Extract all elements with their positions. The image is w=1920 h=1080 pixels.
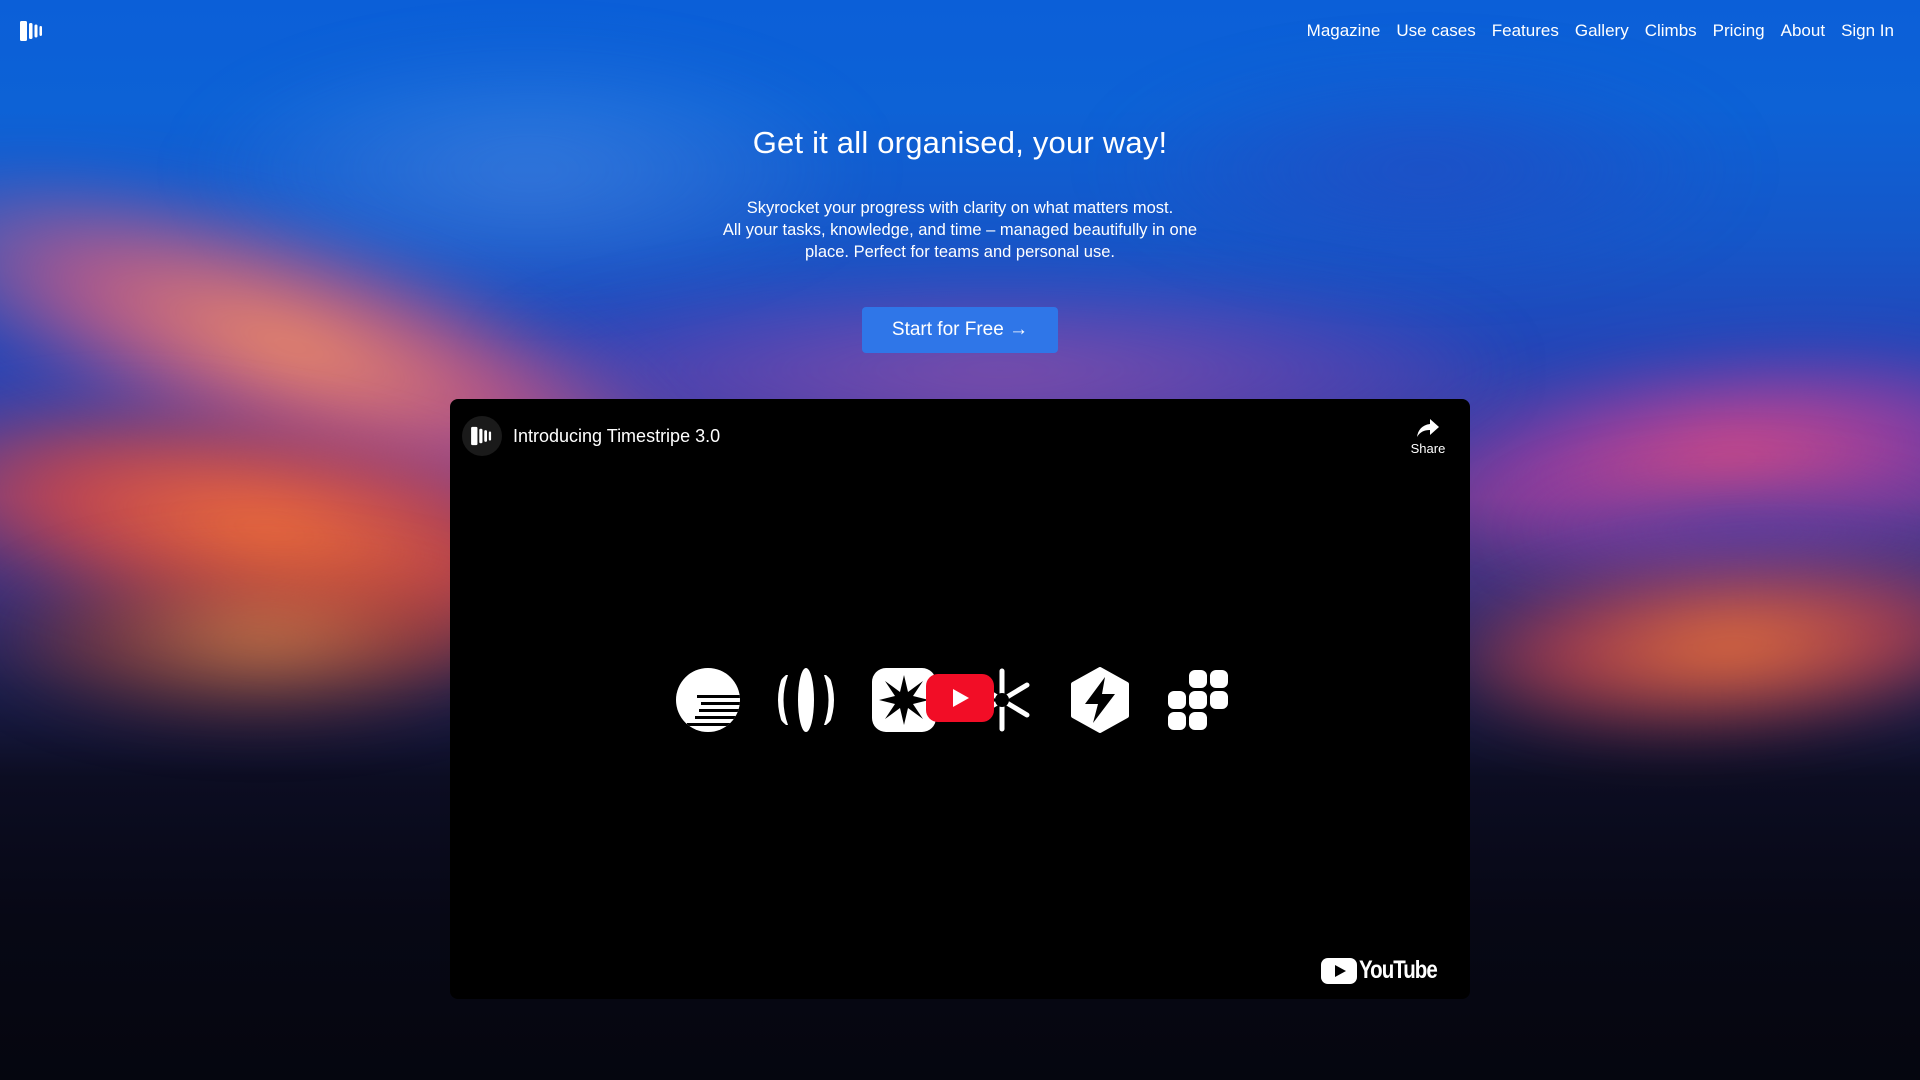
nav-gallery-link[interactable]: Gallery — [1575, 21, 1629, 41]
timestripe-logo-icon[interactable] — [20, 19, 44, 43]
channel-avatar[interactable] — [462, 416, 502, 456]
sun-stripes-icon — [675, 667, 741, 733]
start-for-free-button[interactable]: Start for Free → — [861, 307, 1059, 353]
nav-features-link[interactable]: Features — [1492, 21, 1559, 41]
lightning-hexagon-icon — [1067, 667, 1133, 733]
nav-sign-in-link[interactable]: Sign In — [1841, 21, 1894, 41]
youtube-video-embed[interactable]: Introducing Timestripe 3.0 Share YouTube — [450, 399, 1470, 999]
youtube-logo[interactable]: YouTube — [1321, 956, 1454, 985]
vertical-stripes-circle-icon — [773, 667, 839, 733]
grid-blocks-icon — [1165, 667, 1231, 733]
youtube-play-icon — [1321, 957, 1358, 984]
start-for-free-label: Start for Free → — [891, 319, 1029, 340]
nav-pricing-link[interactable]: Pricing — [1713, 21, 1765, 41]
video-title-bar: Introducing Timestripe 3.0 Share — [462, 411, 1458, 461]
hero-subtitle: Skyrocket your progress with clarity on … — [700, 197, 1220, 263]
video-title[interactable]: Introducing Timestripe 3.0 — [513, 426, 720, 447]
hero-subtitle-line-2: All your tasks, knowledge, and time – ma… — [722, 221, 1198, 261]
share-arrow-icon — [1417, 418, 1439, 437]
share-button[interactable]: Share — [1398, 417, 1458, 456]
youtube-wordmark: YouTube — [1359, 956, 1438, 984]
play-icon — [953, 689, 969, 707]
hero-subtitle-line-1: Skyrocket your progress with clarity on … — [746, 199, 1174, 217]
hero-section: Get it all organised, your way! Skyrocke… — [0, 125, 1920, 353]
nav-magazine-link[interactable]: Magazine — [1307, 21, 1381, 41]
play-button[interactable] — [926, 674, 994, 722]
nav-climbs-link[interactable]: Climbs — [1645, 21, 1697, 41]
nav-about-link[interactable]: About — [1781, 21, 1825, 41]
nav-use-cases-link[interactable]: Use cases — [1396, 21, 1475, 41]
top-header: Magazine Use cases Features Gallery Clim… — [0, 0, 1920, 62]
main-nav: Magazine Use cases Features Gallery Clim… — [1307, 21, 1894, 41]
hero-title: Get it all organised, your way! — [752, 125, 1168, 160]
share-label: Share — [1410, 440, 1446, 456]
